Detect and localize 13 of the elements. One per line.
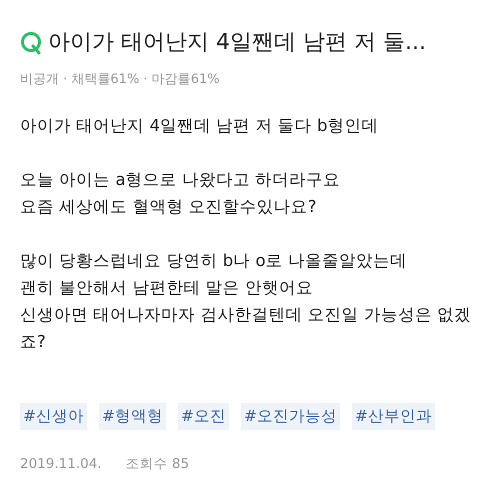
body-paragraph: 아이가 태어난지 4일짼데 남편 저 둘다 b형인데 bbox=[20, 114, 380, 136]
body-paragraph: 많이 당황스럽네요 당연히 b나 o로 나올줄알았는데 괜히 불안해서 남편한테 말은 안햇어요 신생아면 태어나자마자 검사한걸텐데 오진일 가능성은 없겠 죠? bbox=[20, 250, 472, 352]
hashtag-link[interactable]: #오진가능성 bbox=[241, 402, 340, 430]
post-date: 2019.11.04. bbox=[20, 454, 102, 474]
body-paragraph: 오늘 아이는 a형으로 나왔다고 하더라구요 요즘 세상에도 혈액형 오진할수있나요? bbox=[20, 168, 342, 218]
view-count: 조회수 85 bbox=[126, 454, 190, 474]
hashtag-link[interactable]: #오진 bbox=[178, 402, 229, 430]
hashtag-link[interactable]: #신생아 bbox=[20, 402, 87, 430]
question-meta: 비공개 · 채택률61% · 마감률61% bbox=[20, 71, 221, 89]
question-mark-icon bbox=[20, 31, 42, 55]
hashtag-link[interactable]: #형액형 bbox=[99, 402, 166, 430]
hashtag-link[interactable]: #산부인과 bbox=[352, 402, 435, 430]
question-title: 아이가 태어난지 4일짼데 남편 저 둘... bbox=[48, 29, 426, 57]
